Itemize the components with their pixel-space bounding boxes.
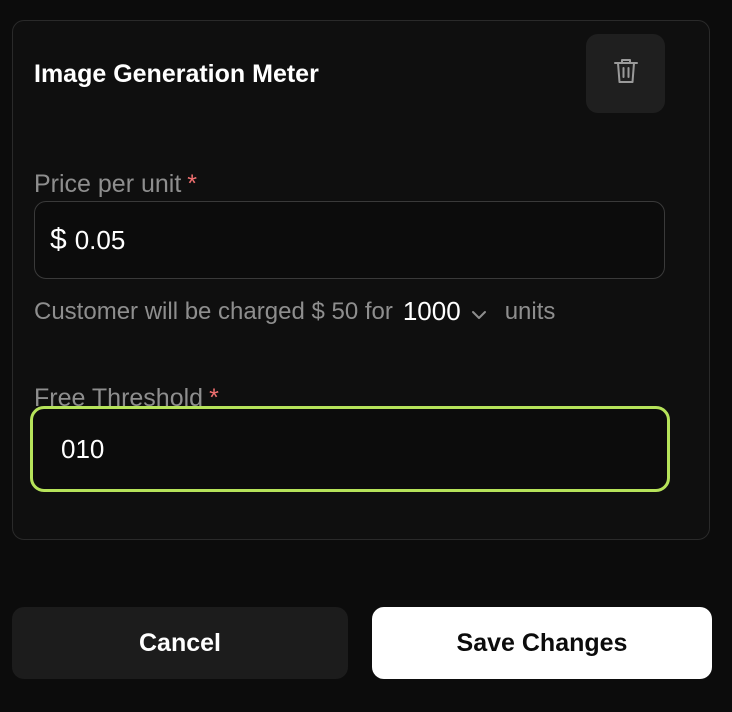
charge-summary: Customer will be charged $ 50 for 1000 u… <box>34 296 555 327</box>
price-per-unit-label: Price per unit * <box>34 170 198 198</box>
chevron-down-icon <box>471 296 487 327</box>
charge-summary-suffix: units <box>504 297 556 325</box>
unit-quantity-dropdown[interactable]: 1000 <box>403 296 487 327</box>
trash-icon <box>613 57 639 90</box>
threshold-value: 010 <box>61 433 105 464</box>
charge-summary-prefix: Customer will be charged $ 50 for <box>34 297 393 325</box>
meter-title: Image Generation Meter <box>34 60 319 88</box>
delete-meter-button[interactable] <box>586 34 665 113</box>
meter-edit-page: Image Generation Meter Price per unit * $… <box>0 0 732 712</box>
price-value: 0.05 <box>74 224 126 255</box>
currency-symbol: $ <box>50 223 67 256</box>
cancel-button[interactable]: Cancel <box>12 607 348 679</box>
save-changes-button[interactable]: Save Changes <box>372 607 712 679</box>
price-per-unit-input[interactable]: $ 0.05 <box>34 201 665 279</box>
unit-quantity-value: 1000 <box>402 296 461 326</box>
required-mark: * <box>187 170 198 198</box>
free-threshold-input[interactable]: 010 <box>30 406 670 492</box>
